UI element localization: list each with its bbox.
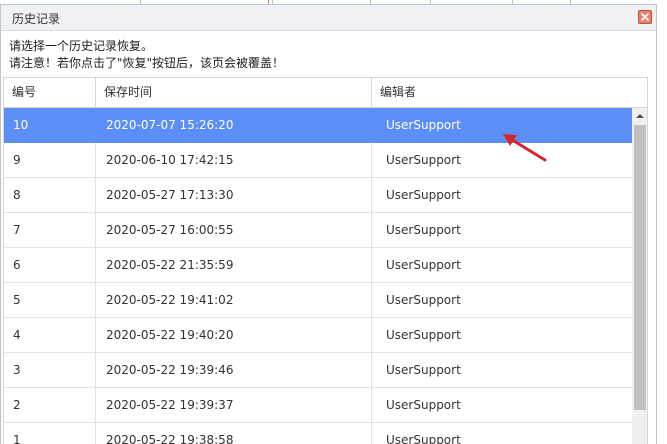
row-save-time: 2020-05-22 19:38:58 (96, 423, 372, 444)
red-arrow-icon (503, 134, 547, 162)
scrollbar-thumb[interactable] (634, 125, 646, 410)
row-save-time: 2020-05-22 21:35:59 (96, 248, 372, 282)
row-id: 9 (4, 143, 96, 177)
row-save-time: 2020-05-22 19:39:37 (96, 388, 372, 422)
row-save-time: 2020-05-22 19:41:02 (96, 283, 372, 317)
table-row[interactable]: 4 2020-05-22 19:40:20 UserSupport (4, 318, 632, 353)
row-id: 2 (4, 388, 96, 422)
table-row[interactable]: 8 2020-05-27 17:13:30 UserSupport (4, 178, 632, 213)
row-editor: UserSupport (386, 328, 461, 342)
instructions: 请选择一个历史记录恢复。 请注意！若你点击了"恢复"按钮后，该页会被覆盖！ (9, 38, 284, 72)
dialog-title: 历史记录 (12, 12, 61, 26)
history-table: 编号 保存时间 编辑者 10 2020-07-07 15:26:20 UserS… (3, 77, 648, 444)
row-id: 10 (4, 108, 96, 142)
row-save-time: 2020-07-07 15:26:20 (96, 108, 372, 142)
table-row[interactable]: 5 2020-05-22 19:41:02 UserSupport (4, 283, 632, 318)
table-header: 编号 保存时间 编辑者 (4, 78, 647, 108)
row-id: 6 (4, 248, 96, 282)
row-editor: UserSupport (386, 398, 461, 412)
row-save-time: 2020-05-27 16:00:55 (96, 213, 372, 247)
row-id: 3 (4, 353, 96, 387)
table-row[interactable]: 1 2020-05-22 19:38:58 UserSupport (4, 423, 632, 444)
column-header-save-time[interactable]: 保存时间 (96, 78, 372, 107)
row-save-time: 2020-05-22 19:39:46 (96, 353, 372, 387)
row-editor: UserSupport (386, 258, 461, 272)
row-editor: UserSupport (386, 293, 461, 307)
column-header-id[interactable]: 编号 (4, 78, 96, 107)
row-id: 7 (4, 213, 96, 247)
history-dialog: 历史记录 请选择一个历史记录恢复。 请注意！若你点击了"恢复"按钮后，该页会被覆… (0, 4, 657, 444)
row-editor: UserSupport (386, 363, 461, 377)
vertical-scrollbar[interactable] (632, 108, 647, 444)
scroll-up-button[interactable] (632, 108, 647, 124)
row-editor: UserSupport (386, 223, 461, 237)
table-row[interactable]: 2 2020-05-22 19:39:37 UserSupport (4, 388, 632, 423)
close-button[interactable] (638, 10, 652, 24)
chevron-up-icon (636, 114, 644, 118)
row-editor: UserSupport (386, 188, 461, 202)
row-save-time: 2020-05-22 19:40:20 (96, 318, 372, 352)
table-row[interactable]: 3 2020-05-22 19:39:46 UserSupport (4, 353, 632, 388)
table-row[interactable]: 6 2020-05-22 21:35:59 UserSupport (4, 248, 632, 283)
close-icon (641, 13, 649, 21)
row-id: 8 (4, 178, 96, 212)
row-id: 1 (4, 423, 96, 444)
instruction-line-1: 请选择一个历史记录恢复。 (9, 39, 154, 53)
column-header-editor[interactable]: 编辑者 (372, 78, 647, 107)
row-save-time: 2020-06-10 17:42:15 (96, 143, 372, 177)
row-id: 5 (4, 283, 96, 317)
row-editor: UserSupport (386, 433, 461, 444)
row-save-time: 2020-05-27 17:13:30 (96, 178, 372, 212)
row-id: 4 (4, 318, 96, 352)
table-row[interactable]: 7 2020-05-27 16:00:55 UserSupport (4, 213, 632, 248)
instruction-line-2: 请注意！若你点击了"恢复"按钮后，该页会被覆盖！ (9, 56, 285, 70)
dialog-titlebar: 历史记录 (1, 5, 656, 31)
